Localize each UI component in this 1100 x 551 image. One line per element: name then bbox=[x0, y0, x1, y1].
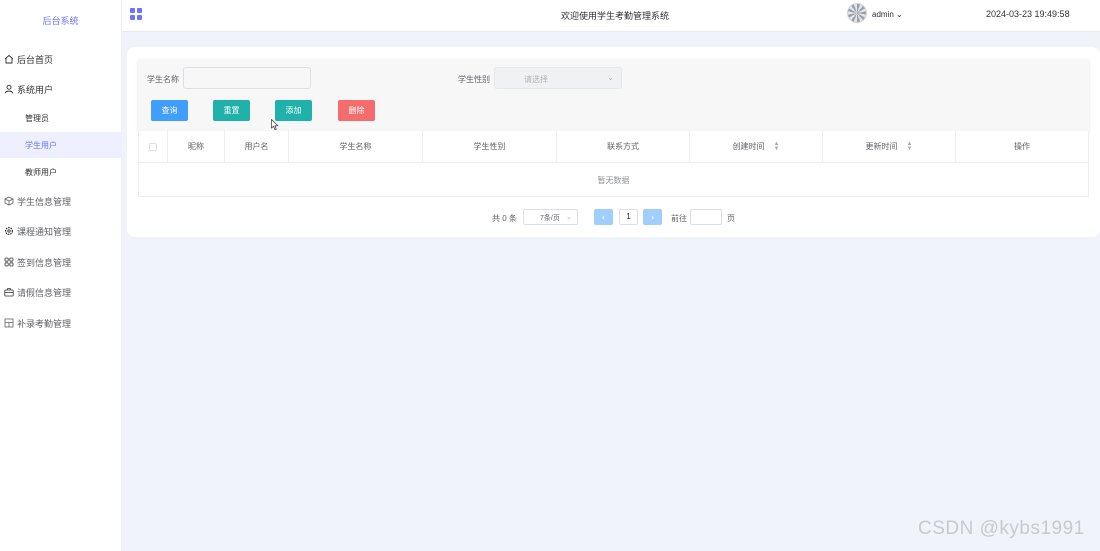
column-header-updated-time[interactable]: 更新时间 ▲ ▼ bbox=[823, 131, 956, 163]
current-datetime: 2024-03-23 19:49:58 bbox=[986, 9, 1070, 19]
home-icon bbox=[4, 54, 14, 64]
column-header-contact: 联系方式 bbox=[557, 131, 690, 163]
reset-button[interactable]: 重置 bbox=[213, 100, 250, 121]
sidebar-item-label: 后台首页 bbox=[17, 54, 54, 65]
select-all-checkbox[interactable] bbox=[149, 142, 157, 151]
sidebar-item-label: 学生信息管理 bbox=[17, 196, 72, 207]
sidebar-item-label: 系统用户 bbox=[17, 84, 54, 95]
sidebar-item-signin-info[interactable]: 签到信息管理 bbox=[0, 249, 122, 275]
student-name-input[interactable] bbox=[183, 67, 311, 89]
app-logo-title: 后台系统 bbox=[42, 16, 79, 26]
sidebar-item-system-users[interactable]: 系统用户 bbox=[0, 76, 122, 102]
column-header-label: 创建时间 bbox=[732, 142, 765, 151]
column-header-student-name: 学生名称 bbox=[289, 131, 423, 163]
page-size-select[interactable]: 7条/页 ⌄ bbox=[523, 209, 578, 225]
user-icon bbox=[4, 84, 14, 94]
page-title: 欢迎使用学生考勤管理系统 bbox=[561, 11, 670, 21]
add-button[interactable]: 添加 bbox=[275, 100, 312, 121]
table-empty-text: 暂无数据 bbox=[597, 176, 630, 185]
sidebar: 后台系统 后台首页 系统用户 管理员 学生用户 教师用户 学生信息管理 课程通知… bbox=[0, 0, 122, 551]
sort-icon[interactable]: ▲ ▼ bbox=[774, 141, 780, 152]
sidebar-item-label: 签到信息管理 bbox=[17, 257, 72, 268]
watermark-text: CSDN @kybs1991 bbox=[918, 518, 1085, 539]
top-header: 欢迎使用学生考勤管理系统 admin ⌄ 2024-03-23 19:49:58 bbox=[122, 0, 1100, 32]
select-placeholder: 请选择 bbox=[524, 75, 548, 84]
select-all-column bbox=[139, 131, 168, 163]
next-page-button[interactable]: › bbox=[643, 209, 662, 225]
prev-page-button[interactable]: ‹ bbox=[594, 209, 613, 225]
mouse-cursor-icon bbox=[271, 119, 279, 131]
sidebar-item-leave-info[interactable]: 请假信息管理 bbox=[0, 279, 122, 305]
column-header-nickname: 昵称 bbox=[168, 131, 225, 163]
main-card: 学生名称 学生性别 请选择 ⌄ 查询 重置 添加 删除 昵称 用户名 学生名称 … bbox=[127, 47, 1100, 237]
sidebar-item-makeup-attendance[interactable]: 补录考勤管理 bbox=[0, 310, 122, 336]
goto-label: 前往 bbox=[671, 214, 687, 223]
student-gender-select[interactable]: 请选择 ⌄ bbox=[494, 67, 622, 89]
sidebar-item-home[interactable]: 后台首页 bbox=[0, 46, 122, 72]
chevron-down-icon: ⌄ bbox=[896, 10, 903, 19]
box-icon bbox=[4, 196, 14, 206]
column-header-created-time[interactable]: 创建时间 ▲ ▼ bbox=[690, 131, 823, 163]
delete-button[interactable]: 删除 bbox=[338, 100, 375, 121]
student-name-label: 学生名称 bbox=[147, 75, 179, 84]
table-header: 昵称 用户名 学生名称 学生性别 联系方式 创建时间 ▲ ▼ 更新时间 ▲ ▼ 操作 bbox=[139, 131, 1088, 163]
chevron-right-icon: › bbox=[651, 212, 654, 222]
sidebar-item-student-info[interactable]: 学生信息管理 bbox=[0, 188, 122, 214]
sidebar-item-student-users[interactable]: 学生用户 bbox=[0, 132, 122, 158]
gear-icon bbox=[4, 226, 14, 236]
page-suffix-label: 页 bbox=[727, 214, 735, 223]
sidebar-item-label: 教师用户 bbox=[25, 167, 57, 177]
query-button[interactable]: 查询 bbox=[151, 100, 188, 121]
user-name: admin bbox=[872, 10, 894, 19]
sidebar-item-admin[interactable]: 管理员 bbox=[0, 105, 122, 131]
sort-icon[interactable]: ▲ ▼ bbox=[907, 141, 913, 152]
column-header-actions: 操作 bbox=[1014, 142, 1030, 151]
grid-icon bbox=[4, 257, 14, 267]
sidebar-item-label: 学生用户 bbox=[25, 140, 57, 150]
user-dropdown[interactable]: admin ⌄ bbox=[872, 10, 903, 19]
search-panel: 学生名称 学生性别 请选择 ⌄ 查询 重置 添加 删除 bbox=[138, 59, 1089, 131]
chevron-down-icon: ⌄ bbox=[607, 73, 614, 82]
column-header-label: 更新时间 bbox=[865, 142, 898, 151]
avatar[interactable] bbox=[847, 3, 867, 23]
sidebar-item-teacher-users[interactable]: 教师用户 bbox=[0, 159, 122, 185]
chevron-left-icon: ‹ bbox=[602, 212, 605, 222]
page-size-value: 7条/页 bbox=[540, 215, 560, 222]
sidebar-item-label: 请假信息管理 bbox=[17, 287, 72, 298]
column-header-student-gender: 学生性别 bbox=[423, 131, 557, 163]
goto-page-input[interactable] bbox=[690, 209, 722, 225]
sidebar-item-label: 补录考勤管理 bbox=[17, 318, 72, 329]
menu-toggle-icon[interactable] bbox=[130, 8, 142, 20]
briefcase-icon bbox=[4, 287, 14, 297]
sidebar-item-label: 管理员 bbox=[25, 113, 49, 123]
page-number-button[interactable]: 1 bbox=[619, 209, 638, 225]
column-header-username: 用户名 bbox=[225, 131, 289, 163]
chevron-down-icon: ⌄ bbox=[566, 214, 572, 221]
layout-icon bbox=[4, 318, 14, 328]
pagination-total: 共 0 条 bbox=[492, 214, 517, 223]
sidebar-item-course-notice[interactable]: 课程通知管理 bbox=[0, 218, 122, 244]
sidebar-item-label: 课程通知管理 bbox=[17, 226, 72, 237]
data-table: 昵称 用户名 学生名称 学生性别 联系方式 创建时间 ▲ ▼ 更新时间 ▲ ▼ 操作 暂… bbox=[138, 131, 1089, 197]
student-gender-label: 学生性别 bbox=[458, 75, 490, 84]
